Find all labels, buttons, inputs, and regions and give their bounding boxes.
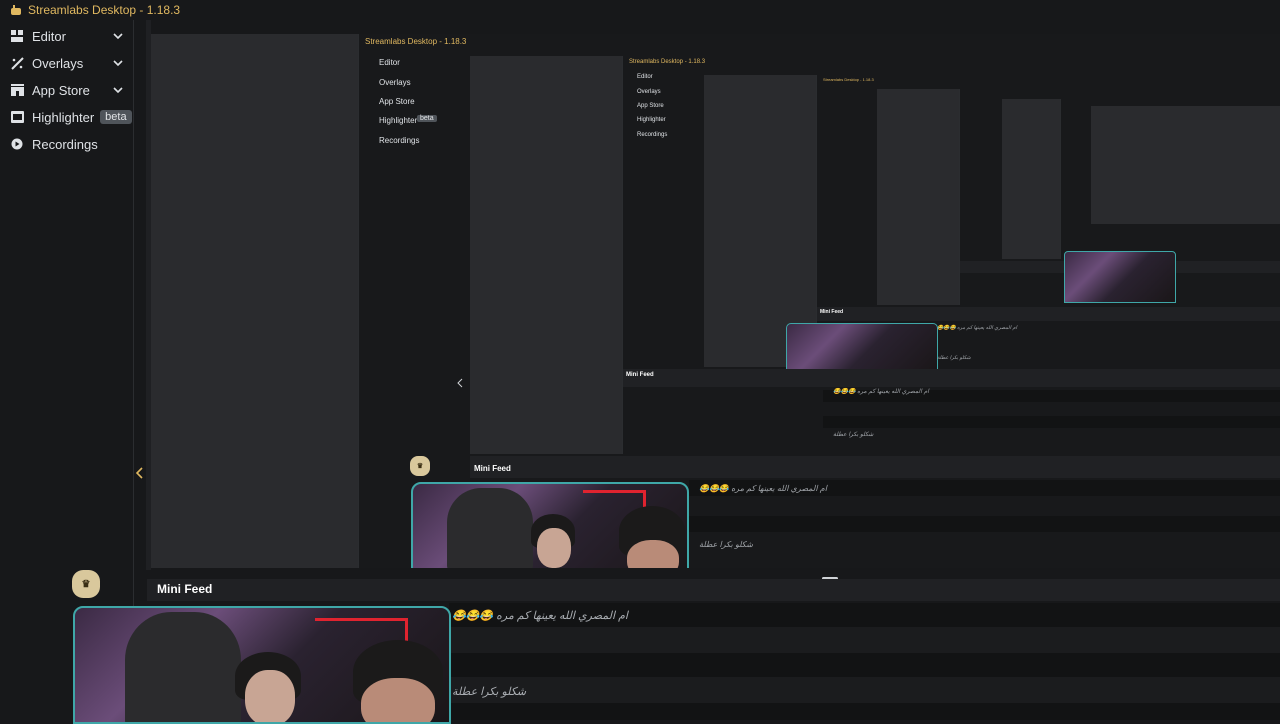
captured-feed-title-2: Mini Feed	[626, 372, 654, 378]
sidebar-item-recordings[interactable]: Recordings	[0, 131, 133, 157]
captured-nav-editor-2: Editor	[637, 74, 653, 80]
captured-collapse-chevron-icon	[457, 378, 463, 388]
person-standing	[447, 488, 533, 568]
person-face-2	[361, 678, 435, 722]
captured-window-level-1: Streamlabs Desktop - 1.18.3 Editor Overl…	[358, 34, 1280, 568]
chat-message: ام المصري الله يعينها كم مره 😂😂😂	[452, 610, 628, 622]
feed-row	[449, 677, 1280, 703]
highlighter-icon	[9, 109, 25, 125]
captured-window-level-2: Streamlabs Desktop - 1.18.3 Editor Overl…	[622, 56, 1280, 454]
captured-feed-row-2b	[823, 416, 1280, 428]
captured-nav-highlighter: Highlighter	[379, 116, 418, 125]
beta-badge: beta	[100, 110, 132, 124]
captured-beta-badge: beta	[417, 115, 437, 122]
studio-preview: Streamlabs Desktop - 1.18.3 Editor Overl…	[151, 34, 1280, 568]
streamlabs-logo-icon	[11, 5, 21, 15]
mini-feed-header	[147, 579, 1280, 601]
feed-row	[449, 627, 1280, 653]
sidebar-item-label: Highlighter	[32, 109, 95, 125]
sidebar-item-label: Editor	[32, 28, 66, 44]
webcam-overlay	[73, 606, 451, 724]
sidebar-item-overlays[interactable]: Overlays	[0, 50, 133, 76]
chevron-down-icon	[113, 87, 123, 94]
captured-window-level-5	[1060, 99, 1280, 259]
captured-nav-overlays: Overlays	[379, 78, 411, 87]
captured-window-title-3: Streamlabs Desktop - 1.18.3	[823, 77, 874, 82]
person-face	[537, 528, 571, 568]
chat-message: شكلو بكرا عطلة	[452, 686, 527, 698]
sidebar-item-highlighter[interactable]: Highlighter beta	[0, 104, 133, 130]
mini-feed-title: Mini Feed	[157, 582, 213, 596]
sidebar-item-label: Recordings	[32, 136, 98, 152]
captured-preview-level-2: Streamlabs Desktop - 1.18.3 Mini Feed ام…	[704, 75, 1280, 371]
person-face	[245, 670, 295, 722]
app-store-icon	[9, 82, 25, 98]
captured-chat-2a: ام المصري الله يعينها كم مره 😂😂😂	[833, 389, 929, 395]
collapse-sidebar-chevron-icon[interactable]	[135, 466, 145, 480]
captured-nav-recordings-2: Recordings	[637, 132, 668, 138]
captured-nav-highlighter-2: Highlighter	[637, 117, 666, 123]
captured-chat-2b: شكلو بكرا عطلة	[833, 432, 874, 438]
chevron-down-icon	[113, 33, 123, 40]
captured-feed-bar-1	[470, 456, 1280, 478]
sidebar-item-app-store[interactable]: App Store	[0, 77, 133, 103]
feed-row	[449, 703, 1280, 720]
title-bar: Streamlabs Desktop - 1.18.3	[0, 0, 1280, 20]
captured-preview-level-3	[877, 89, 1280, 305]
captured-window-level-3: Streamlabs Desktop - 1.18.3 Mini Feed ام…	[786, 75, 1280, 371]
captured-preview-level-5	[1091, 106, 1280, 224]
captured-chat-3b: شكلو بكرا عطلة	[937, 355, 971, 361]
captured-feed-row-1b	[689, 516, 1280, 532]
captured-feed-title-3: Mini Feed	[820, 309, 844, 315]
person-face-2	[627, 540, 679, 568]
captured-nav-app-store-2: App Store	[637, 103, 664, 109]
editor-icon	[9, 28, 25, 44]
captured-preview-level-1: Streamlabs Desktop - 1.18.3 Editor Overl…	[470, 56, 1280, 454]
window-title: Streamlabs Desktop - 1.18.3	[28, 3, 181, 17]
captured-webcam-1	[411, 482, 689, 568]
recordings-icon	[9, 136, 25, 152]
captured-window-level-4	[959, 89, 1280, 305]
captured-nav-recordings: Recordings	[379, 136, 420, 145]
captured-nav-overlays-2: Overlays	[637, 89, 661, 95]
chevron-down-icon	[113, 60, 123, 67]
captured-chat-1a: ام المصري الله يعينها كم مره 😂😂😂	[699, 484, 827, 493]
sidebar-item-editor[interactable]: Editor	[0, 23, 133, 49]
captured-window-title-2: Streamlabs Desktop - 1.18.3	[629, 59, 706, 65]
captured-chat-1b: شكلو بكرا عطلة	[699, 540, 753, 549]
captured-webcam-4	[1064, 251, 1176, 303]
captured-preview-level-4	[1002, 99, 1280, 259]
sidebar-item-label: Overlays	[32, 55, 84, 71]
crown-logo-icon: ♛	[72, 570, 100, 598]
captured-nav-editor: Editor	[379, 58, 400, 67]
crown-logo-icon: ♛	[410, 456, 430, 476]
captured-nav-app-store: App Store	[379, 97, 415, 106]
overlays-icon	[9, 55, 25, 71]
captured-chat-3a: ام المصري الله يعينها كم مره 😂😂😂	[937, 325, 1017, 331]
person-standing	[125, 612, 241, 722]
captured-window-title: Streamlabs Desktop - 1.18.3	[365, 37, 467, 46]
captured-feed-bar-3	[817, 307, 1280, 321]
captured-feed-bar-2	[623, 369, 1280, 387]
captured-webcam-3	[786, 323, 938, 371]
sidebar-item-label: App Store	[32, 82, 90, 98]
feed-row	[449, 653, 1280, 677]
captured-feed-title-1: Mini Feed	[474, 464, 511, 473]
